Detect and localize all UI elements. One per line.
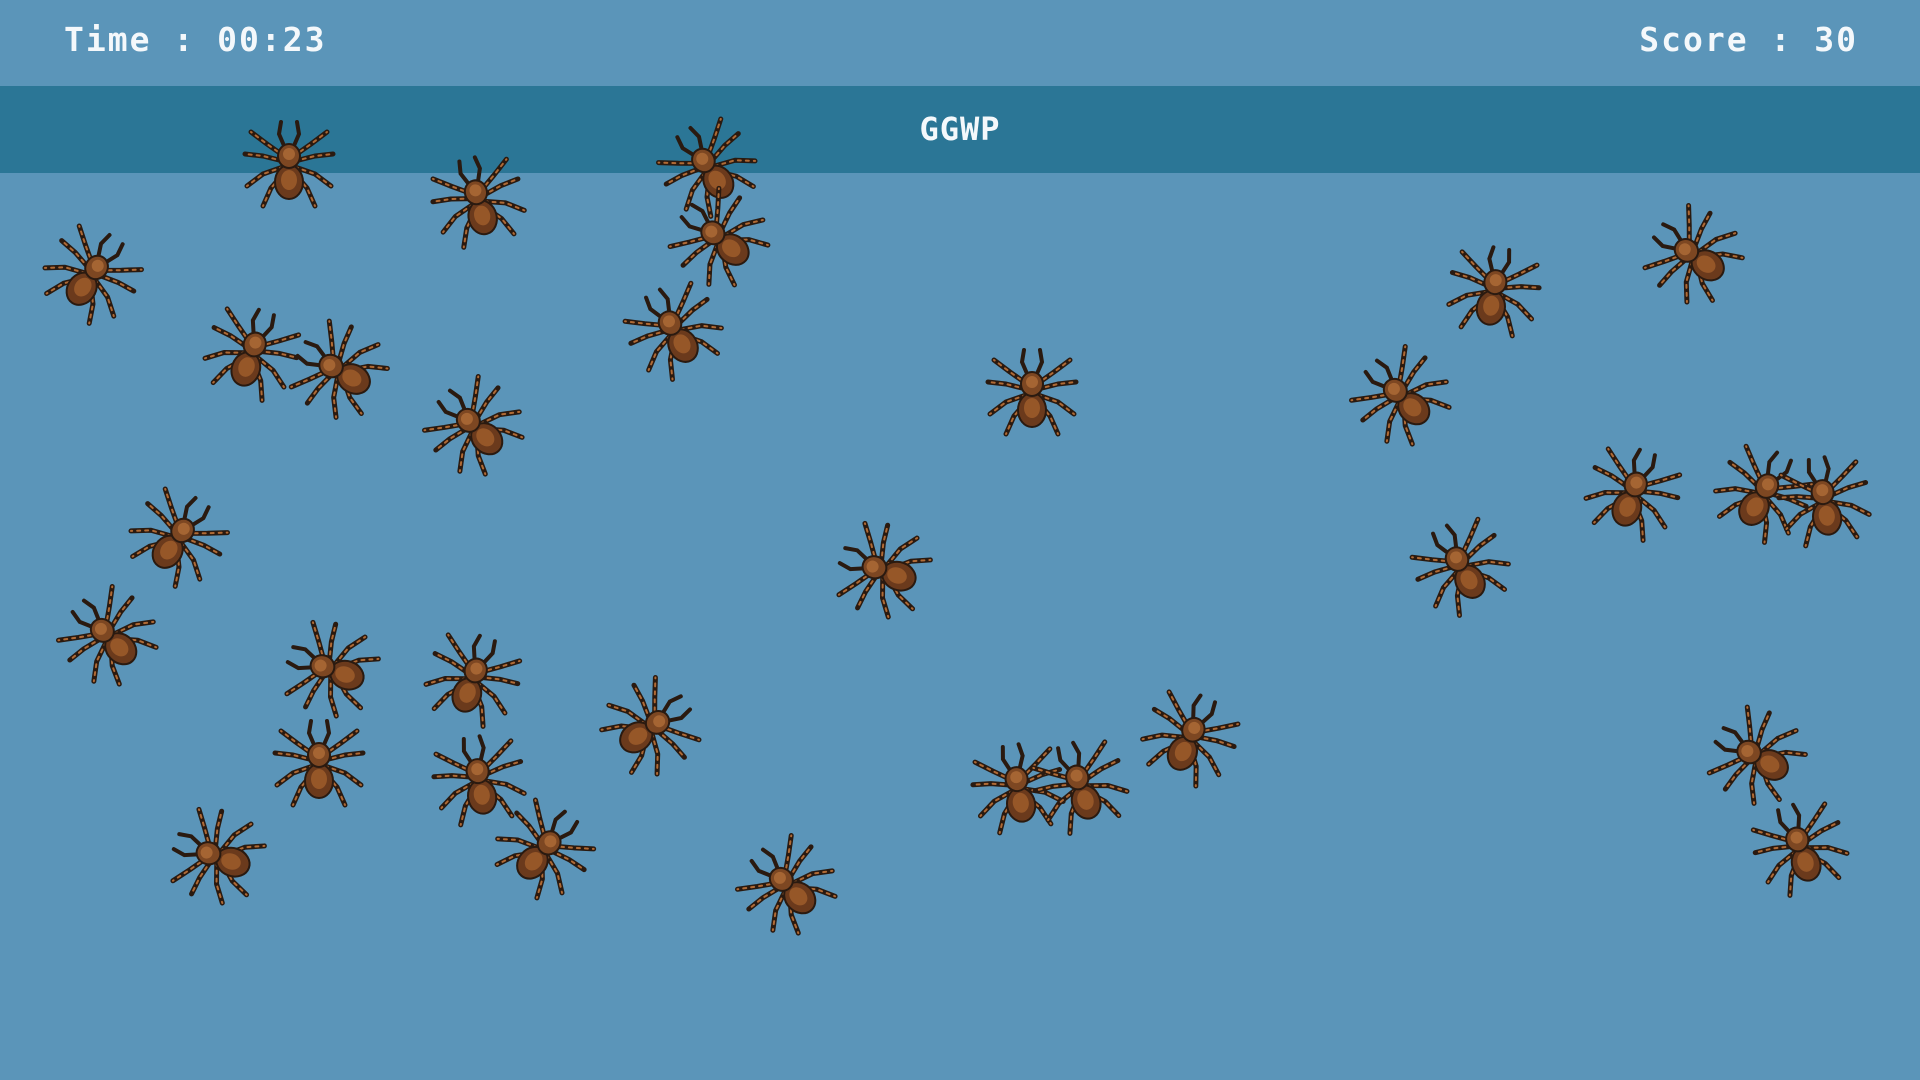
tarantula-icon[interactable]	[1754, 430, 1893, 569]
tarantula-icon[interactable]	[405, 127, 552, 274]
tarantula-icon[interactable]	[389, 341, 559, 511]
tarantula-icon[interactable]	[1424, 220, 1563, 359]
tarantula-icon[interactable]	[972, 332, 1092, 452]
tarantula-icon[interactable]	[229, 104, 349, 224]
play-field[interactable]	[0, 0, 1920, 1080]
tarantula-icon[interactable]	[702, 800, 872, 970]
tarantula-icon[interactable]	[567, 643, 734, 810]
tarantula-icon[interactable]	[1379, 484, 1543, 648]
tarantula-icon[interactable]	[805, 493, 959, 647]
tarantula-icon[interactable]	[259, 703, 379, 823]
tarantula-icon[interactable]	[8, 190, 175, 357]
tarantula-icon[interactable]	[1556, 415, 1710, 569]
tarantula-icon[interactable]	[1609, 171, 1776, 338]
